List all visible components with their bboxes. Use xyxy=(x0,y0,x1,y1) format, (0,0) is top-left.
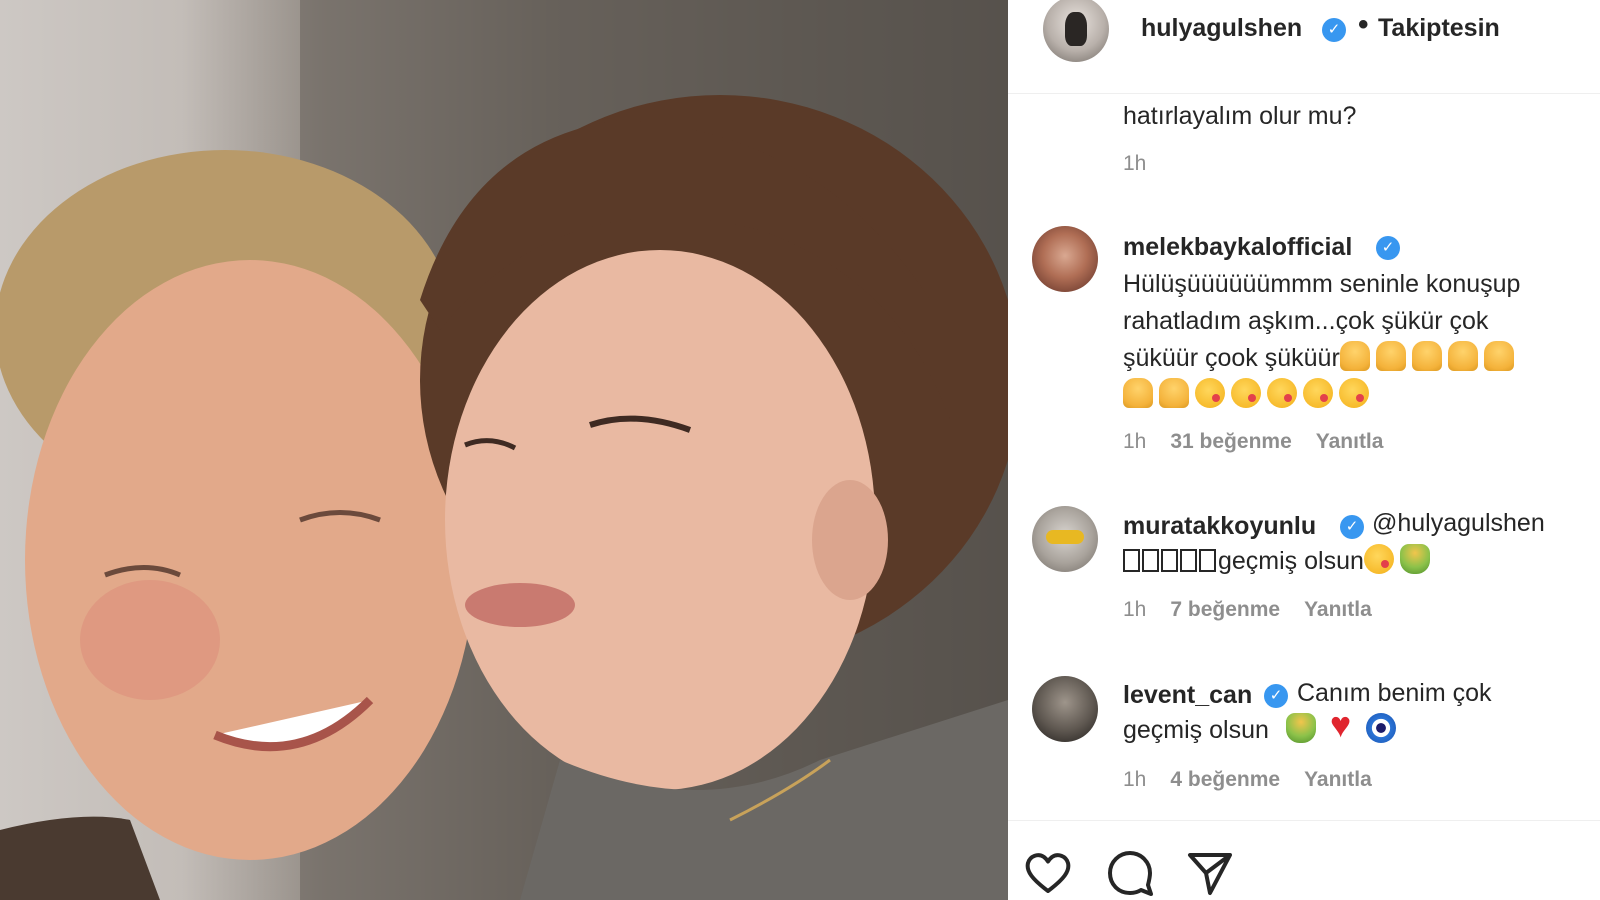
comment-meta: 1h 7 beğenme Yanıtla xyxy=(1123,598,1372,622)
commenter-username[interactable]: levent_can xyxy=(1123,681,1252,710)
selfie-illustration xyxy=(0,0,1008,900)
missing-glyph-icon xyxy=(1161,549,1178,572)
missing-glyph-icon xyxy=(1180,549,1197,572)
commenter-avatar[interactable] xyxy=(1032,506,1098,572)
pray-emoji-icon xyxy=(1375,341,1406,371)
commenter-username[interactable]: muratakkoyunlu xyxy=(1123,512,1316,541)
partial-comment-meta: 1h xyxy=(1123,152,1146,176)
comment-likes[interactable]: 4 beğenme xyxy=(1170,768,1280,791)
pray-emoji-icon xyxy=(1339,341,1370,371)
comment-meta: 1h 4 beğenme Yanıtla xyxy=(1123,768,1372,792)
comment-line: rahatladım aşkım...çok şükür çok xyxy=(1123,307,1489,335)
comments-panel: hatırlayalım olur mu? 1h hulyagulshen ✓ … xyxy=(1008,0,1600,900)
comment-body: geçmiş olsun xyxy=(1123,543,1573,580)
comment-line-text: geçmiş olsun xyxy=(1123,716,1269,744)
share-icon[interactable] xyxy=(1184,847,1236,899)
post-photo xyxy=(0,0,1008,900)
author-avatar[interactable] xyxy=(1043,0,1109,62)
verified-badge-icon: ✓ xyxy=(1264,684,1288,708)
pray-emoji-icon xyxy=(1159,378,1189,408)
kiss-emoji-icon xyxy=(1267,378,1297,408)
reply-button[interactable]: Yanıtla xyxy=(1304,768,1372,791)
comment-line: şüküür çook şüküür xyxy=(1123,340,1573,377)
follow-status-button[interactable]: Takiptesin xyxy=(1378,14,1500,43)
comment-meta: 1h 31 beğenme Yanıtla xyxy=(1123,430,1383,454)
author-username[interactable]: hulyagulshen xyxy=(1141,14,1302,43)
pray-emoji-icon xyxy=(1483,341,1514,371)
commenter-username[interactable]: melekbaykalofficial xyxy=(1123,233,1352,262)
comment-time: 1h xyxy=(1123,430,1147,453)
verified-badge-icon: ✓ xyxy=(1322,18,1346,42)
comment-body: geçmiş olsun xyxy=(1123,707,1573,749)
commenter-avatar[interactable] xyxy=(1032,226,1098,292)
nazar-emoji-icon xyxy=(1365,713,1396,743)
reply-button[interactable]: Yanıtla xyxy=(1316,430,1384,453)
comment-icon[interactable] xyxy=(1104,847,1156,899)
partial-comment-text: hatırlayalım olur mu? xyxy=(1123,102,1357,130)
verified-badge-icon: ✓ xyxy=(1376,236,1400,260)
post-header: hulyagulshen ✓ • Takiptesin xyxy=(1008,0,1600,94)
header-separator: • xyxy=(1358,8,1369,41)
post-action-bar xyxy=(1008,820,1600,900)
missing-glyph-icon xyxy=(1142,549,1159,572)
pray-emoji-icon xyxy=(1447,341,1478,371)
comment-body: Hülüşüüüüüümmm seninle konuşup rahatladı… xyxy=(1123,266,1573,414)
comment-line-text: geçmiş olsun xyxy=(1218,547,1364,575)
kiss-emoji-icon xyxy=(1363,544,1394,574)
commenter-avatar[interactable] xyxy=(1032,676,1098,742)
kiss-emoji-icon xyxy=(1195,378,1225,408)
comment-time: 1h xyxy=(1123,768,1147,791)
pray-emoji-icon xyxy=(1123,378,1153,408)
comment-line-text: şüküür çook şüküür xyxy=(1123,344,1340,372)
comment-mention[interactable]: @hulyagulshen xyxy=(1372,505,1600,542)
red-heart-emoji-icon xyxy=(1330,707,1360,743)
comment-time: 1h xyxy=(1123,152,1147,175)
verified-badge-icon: ✓ xyxy=(1340,515,1364,539)
kiss-emoji-icon xyxy=(1339,378,1369,408)
reply-button[interactable]: Yanıtla xyxy=(1304,598,1372,621)
comment-line: Hülüşüüüüüümmm seninle konuşup xyxy=(1123,270,1521,298)
comment-line xyxy=(1123,377,1573,414)
kiss-emoji-icon xyxy=(1303,378,1333,408)
pray-emoji-icon xyxy=(1411,341,1442,371)
comment-likes[interactable]: 31 beğenme xyxy=(1170,430,1291,453)
kiss-emoji-icon xyxy=(1231,378,1261,408)
bouquet-emoji-icon xyxy=(1399,544,1430,574)
heart-icon[interactable] xyxy=(1022,847,1074,899)
bouquet-emoji-icon xyxy=(1285,713,1316,743)
comment-likes[interactable]: 7 beğenme xyxy=(1170,598,1280,621)
missing-glyph-icon xyxy=(1123,549,1140,572)
comment-time: 1h xyxy=(1123,598,1147,621)
missing-glyph-icon xyxy=(1199,549,1216,572)
